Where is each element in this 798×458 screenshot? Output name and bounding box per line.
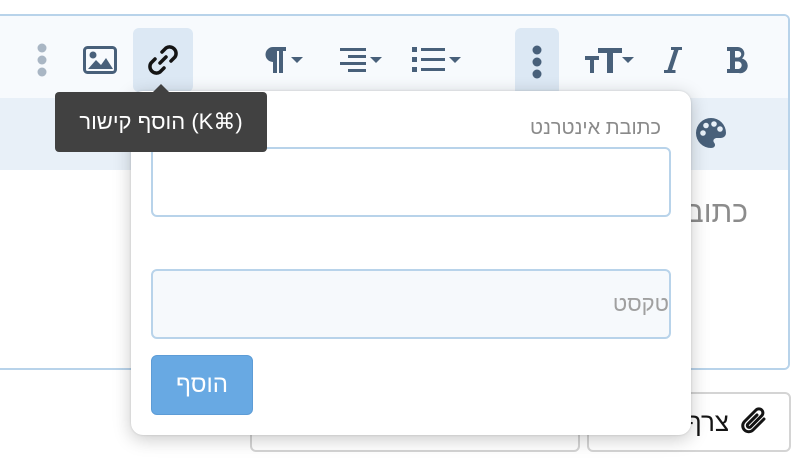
add-link-button[interactable]: הוסף xyxy=(151,355,253,415)
link-text-placeholder: טקסט xyxy=(612,291,669,316)
chevron-down-icon xyxy=(370,57,382,63)
chevron-down-icon xyxy=(622,57,634,63)
palette-icon xyxy=(696,118,726,148)
chevron-down-icon xyxy=(449,57,461,63)
image-icon xyxy=(83,46,117,74)
editor-toolbar xyxy=(0,16,788,100)
paperclip-icon xyxy=(741,407,766,434)
bold-icon xyxy=(727,47,748,74)
attach-button-label: צרף xyxy=(685,406,729,437)
url-field-label: כתובת אינטרנט xyxy=(530,117,661,139)
list-icon xyxy=(412,47,445,72)
list-button[interactable] xyxy=(406,42,466,78)
color-palette-button[interactable] xyxy=(694,116,730,152)
insert-link-button[interactable] xyxy=(133,28,193,92)
italic-icon xyxy=(664,47,682,73)
more-options-button[interactable] xyxy=(515,28,559,96)
bold-button[interactable] xyxy=(720,42,754,78)
url-input[interactable] xyxy=(151,147,671,217)
insert-image-button[interactable] xyxy=(80,40,120,80)
link-text-input[interactable]: טקסט xyxy=(151,269,671,339)
paragraph-format-button[interactable] xyxy=(256,42,310,78)
more-vertical-icon xyxy=(37,43,47,77)
more-options-button[interactable] xyxy=(30,42,54,78)
align-button[interactable] xyxy=(332,42,388,78)
text-size-icon xyxy=(585,48,622,73)
chevron-down-icon xyxy=(291,57,303,63)
paragraph-icon xyxy=(265,47,286,73)
italic-button[interactable] xyxy=(658,42,688,78)
link-icon xyxy=(148,45,178,75)
text-size-button[interactable] xyxy=(580,42,638,78)
align-icon xyxy=(340,48,366,72)
more-vertical-icon xyxy=(532,45,542,79)
editor-placeholder: כתוב xyxy=(685,196,748,229)
tooltip: הוסף קישור (K⌘) xyxy=(55,92,267,152)
